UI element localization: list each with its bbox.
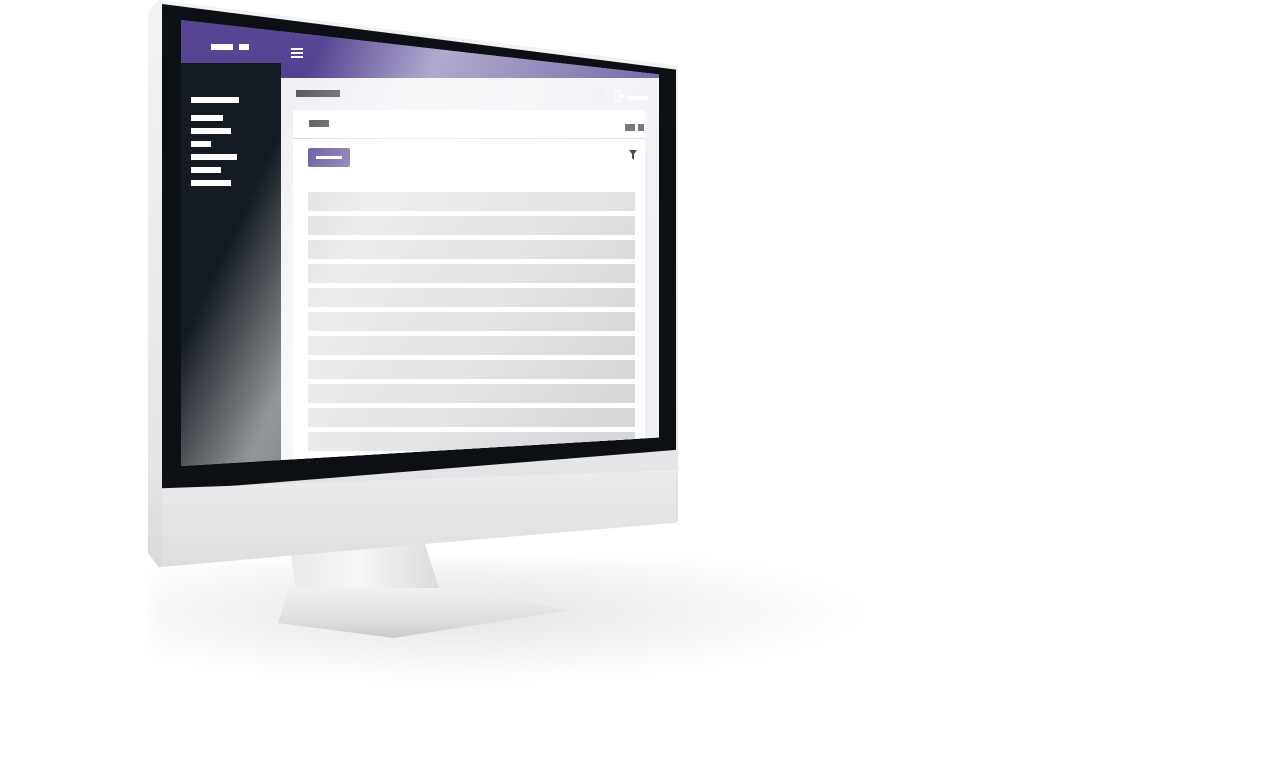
table-row[interactable] [308, 240, 635, 259]
add-button[interactable] [308, 148, 350, 167]
table-row[interactable] [308, 360, 635, 379]
sidebar [181, 20, 281, 466]
table-row[interactable] [308, 312, 635, 331]
logo [211, 44, 233, 50]
sidebar-item[interactable] [191, 154, 237, 160]
sidebar-item-section [191, 97, 239, 103]
sidebar-item[interactable] [191, 115, 223, 121]
table-row[interactable] [308, 408, 635, 427]
data-table [308, 192, 635, 456]
sidebar-item[interactable] [191, 180, 231, 186]
logout-icon[interactable] [614, 90, 625, 102]
card-action[interactable] [638, 124, 644, 131]
card-divider [293, 138, 645, 139]
table-row[interactable] [308, 264, 635, 283]
card-title [309, 120, 329, 127]
breadcrumb [296, 90, 340, 97]
add-button-label [316, 156, 342, 159]
avatar[interactable] [591, 86, 604, 102]
table-row[interactable] [308, 384, 635, 403]
table-row[interactable] [308, 288, 635, 307]
table-header [308, 192, 635, 211]
table-row[interactable] [308, 216, 635, 235]
table-row[interactable] [308, 336, 635, 355]
hamburger-icon[interactable] [291, 48, 303, 59]
sidebar-item[interactable] [191, 167, 221, 173]
card-action[interactable] [625, 124, 635, 131]
logout-label[interactable] [628, 96, 648, 100]
sidebar-item[interactable] [191, 128, 231, 134]
monitor-scene [0, 0, 1264, 765]
floor-shadow [150, 560, 910, 690]
logo-mark [239, 44, 249, 50]
sidebar-item[interactable] [191, 141, 211, 147]
filter-icon[interactable] [629, 150, 637, 160]
app-screen [181, 20, 659, 466]
